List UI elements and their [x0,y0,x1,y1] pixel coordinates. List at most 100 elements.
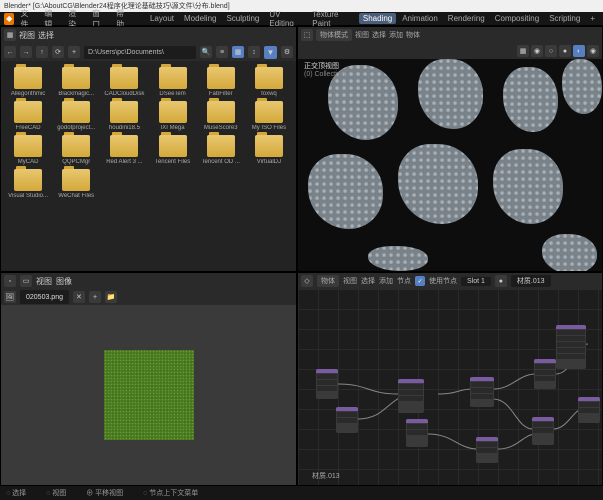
nav-newfolder-icon[interactable]: + [68,46,80,58]
sort-icon[interactable]: ↕ [248,46,260,58]
vp-menu-object[interactable]: 物体 [406,30,420,40]
folder-label: godotproject... [54,125,98,131]
node[interactable] [398,379,424,413]
folder-item[interactable]: WeChat Files [53,169,99,199]
image-panel: ▫ ▭ 视图 图像 🖼 020503.png ✕ + 📁 [0,272,297,486]
folder-item[interactable]: VirtualDJ [246,135,292,165]
ne-menu-select[interactable]: 选择 [361,276,375,286]
material-name[interactable]: 材质.013 [511,275,551,287]
folder-item[interactable]: IXI Mega [150,101,196,131]
vp-menu-add[interactable]: 添加 [389,30,403,40]
folder-label: QQPCMgr [54,159,98,165]
nav-up-icon[interactable]: ↑ [36,46,48,58]
folder-item[interactable]: Allegorithmic [5,67,51,97]
unlink-icon[interactable]: ✕ [73,291,85,303]
shading-render-icon[interactable]: ◉ [587,45,599,57]
gizmo-icon[interactable]: ▦ [517,45,529,57]
folder-icon [14,101,42,123]
folder-icon [207,67,235,89]
use-nodes-checkbox[interactable]: ✓ [415,276,425,286]
tab-scripting[interactable]: Scripting [545,13,584,24]
folder-item[interactable]: houdini18.5 [101,101,147,131]
tab-layout[interactable]: Layout [146,13,178,24]
select-tool-icon[interactable]: ▭ [20,275,32,287]
editor-type-icon[interactable]: ▫ [4,275,16,287]
folder-label: Visual Studio... [6,193,50,199]
folder-item[interactable]: DSeeTem [150,67,196,97]
path-input[interactable] [84,46,196,59]
shader-type[interactable]: 物体 [317,275,339,287]
image-canvas[interactable] [1,305,296,485]
editor-type-icon[interactable]: ⬚ [301,29,313,41]
fb-menu-view[interactable]: 视图 [19,30,35,41]
ne-menu-view[interactable]: 视图 [343,276,357,286]
folder-item[interactable]: Tencent Files [150,135,196,165]
display-thumb-icon[interactable]: ▦ [232,46,244,58]
tab-rendering[interactable]: Rendering [444,13,489,24]
viewport-canvas[interactable] [298,59,602,271]
folder-item[interactable]: QQPCMgr [53,135,99,165]
tab-animation[interactable]: Animation [398,13,442,24]
node[interactable] [532,417,554,445]
folder-item[interactable]: FreeCAD [5,101,51,131]
nav-fwd-icon[interactable]: → [20,46,32,58]
folder-icon [62,135,90,157]
folder-item[interactable]: godotproject... [53,101,99,131]
folder-item[interactable]: Tencent OD ... [198,135,244,165]
node[interactable] [336,407,358,433]
vp-menu-select[interactable]: 选择 [372,30,386,40]
tab-compositing[interactable]: Compositing [491,13,543,24]
img-menu-view[interactable]: 视图 [36,276,52,287]
tab-sculpting[interactable]: Sculpting [222,13,263,24]
fb-menu-select[interactable]: 选择 [38,30,54,41]
node[interactable] [470,377,494,407]
folder-item[interactable]: MyCAD [5,135,51,165]
folder-icon [207,135,235,157]
mode-selector[interactable]: 物体模式 [316,29,352,41]
img-menu-image[interactable]: 图像 [56,276,72,287]
node[interactable] [578,397,600,423]
view-overlay-text: 正交顶视图 (0) Collection [304,61,345,78]
folder-item[interactable]: foxwq [246,67,292,97]
search-icon[interactable]: 🔍 [200,46,212,58]
nav-back-icon[interactable]: ← [4,46,16,58]
tab-add[interactable]: + [586,13,599,24]
node[interactable] [556,325,586,369]
sb-select: ◌ 选择 [6,488,26,498]
folder-item[interactable]: Visual Studio... [5,169,51,199]
ne-menu-node[interactable]: 节点 [397,276,411,286]
folder-label: VirtualDJ [247,159,291,165]
filter-icon[interactable]: ▼ [264,46,277,59]
node[interactable] [406,419,428,447]
folder-item[interactable]: CADCloudDisk [101,67,147,97]
nav-refresh-icon[interactable]: ⟳ [52,46,64,58]
folder-item[interactable]: My ISO Files [246,101,292,131]
folder-item[interactable]: MuseScore3 [198,101,244,131]
open-icon[interactable]: 📁 [105,291,117,303]
editor-type-icon[interactable]: ◇ [301,275,313,287]
node[interactable] [534,359,556,389]
shading-material-icon[interactable]: ◐ [573,45,585,57]
folder-item[interactable]: Red Alert 3 ... [101,135,147,165]
tab-shading[interactable]: Shading [359,13,396,24]
overlay-icon[interactable]: ◉ [531,45,543,57]
shading-wire-icon[interactable]: ○ [545,45,557,57]
image-name-field[interactable]: 020503.png [20,290,69,304]
blender-logo-icon[interactable]: ◆ [4,13,14,25]
node[interactable] [316,369,338,399]
vp-menu-view[interactable]: 视图 [355,30,369,40]
settings-icon[interactable]: ⚙ [281,46,293,58]
node-canvas[interactable]: 材质.013 [298,289,602,485]
folder-item[interactable]: Blackmagic... [53,67,99,97]
shading-solid-icon[interactable]: ● [559,45,571,57]
image-icon[interactable]: 🖼 [4,291,16,303]
editor-type-icon[interactable]: ▦ [4,29,16,41]
folder-item[interactable]: FabFilter [198,67,244,97]
node[interactable] [476,437,498,463]
tab-modeling[interactable]: Modeling [180,13,220,24]
material-sphere-icon[interactable]: ● [495,275,507,287]
display-list-icon[interactable]: ≡ [216,46,228,58]
new-icon[interactable]: + [89,291,101,303]
ne-menu-add[interactable]: 添加 [379,276,393,286]
slot-selector[interactable]: Slot 1 [461,277,491,286]
